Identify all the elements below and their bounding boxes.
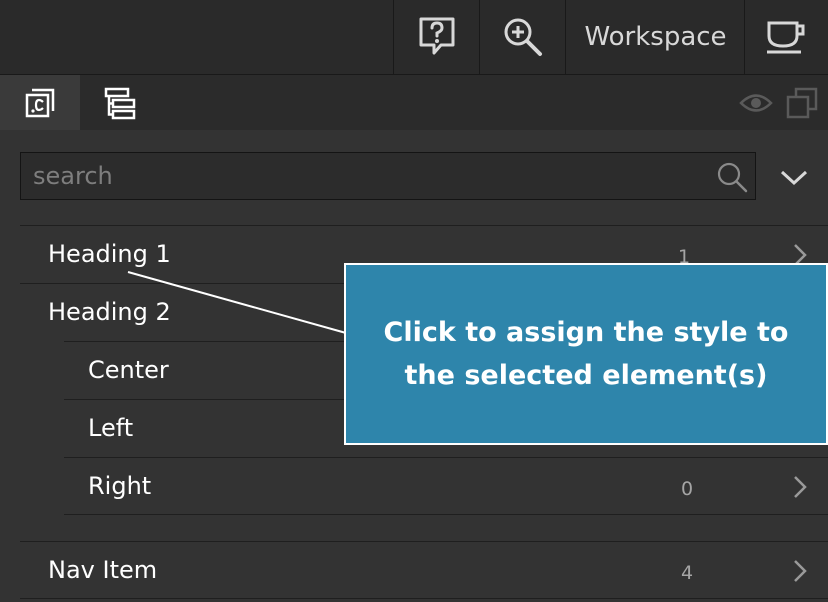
- chevron-right-icon: [794, 560, 807, 582]
- class-selector-icon: [25, 88, 55, 117]
- chevron-down-icon: [780, 170, 808, 186]
- search-input[interactable]: [21, 153, 701, 199]
- style-label: Heading 1: [48, 240, 171, 268]
- tab-classes[interactable]: [0, 75, 80, 130]
- help-button[interactable]: [393, 0, 480, 74]
- duplicate-button[interactable]: [784, 87, 820, 119]
- style-count: 0: [681, 478, 694, 500]
- chevron-right-icon: [794, 476, 807, 498]
- expand-collapse-button[interactable]: [776, 160, 812, 196]
- cup-button[interactable]: [744, 0, 828, 74]
- panel-tabs: [0, 75, 828, 130]
- cup-icon: [767, 21, 805, 54]
- style-label: Right: [88, 472, 152, 500]
- search-box: [20, 152, 756, 200]
- style-label: Left: [88, 414, 134, 442]
- search-icon[interactable]: [715, 160, 749, 194]
- tooltip-callout: Click to assign the style to the selecte…: [344, 263, 828, 445]
- style-row-right[interactable]: Right 0: [64, 457, 828, 515]
- zoom-in-button[interactable]: [479, 0, 566, 74]
- style-label: Nav Item: [48, 556, 158, 584]
- eye-icon: [739, 94, 773, 112]
- top-toolbar: Workspace: [0, 0, 828, 75]
- style-label: Center: [88, 356, 169, 384]
- visibility-toggle[interactable]: [738, 89, 774, 117]
- duplicate-icon: [786, 87, 818, 119]
- tooltip-text: Click to assign the style to the selecte…: [383, 317, 789, 391]
- workspace-button[interactable]: Workspace: [565, 0, 745, 74]
- help-bubble-icon: [419, 17, 455, 55]
- tab-layer-tree[interactable]: [80, 75, 160, 130]
- workspace-label: Workspace: [584, 22, 727, 52]
- layer-tree-icon: [104, 87, 136, 119]
- zoom-in-icon: [504, 18, 542, 56]
- style-count: 4: [681, 562, 694, 584]
- style-row-nav-item[interactable]: Nav Item 4: [20, 541, 828, 599]
- style-label: Heading 2: [48, 298, 171, 326]
